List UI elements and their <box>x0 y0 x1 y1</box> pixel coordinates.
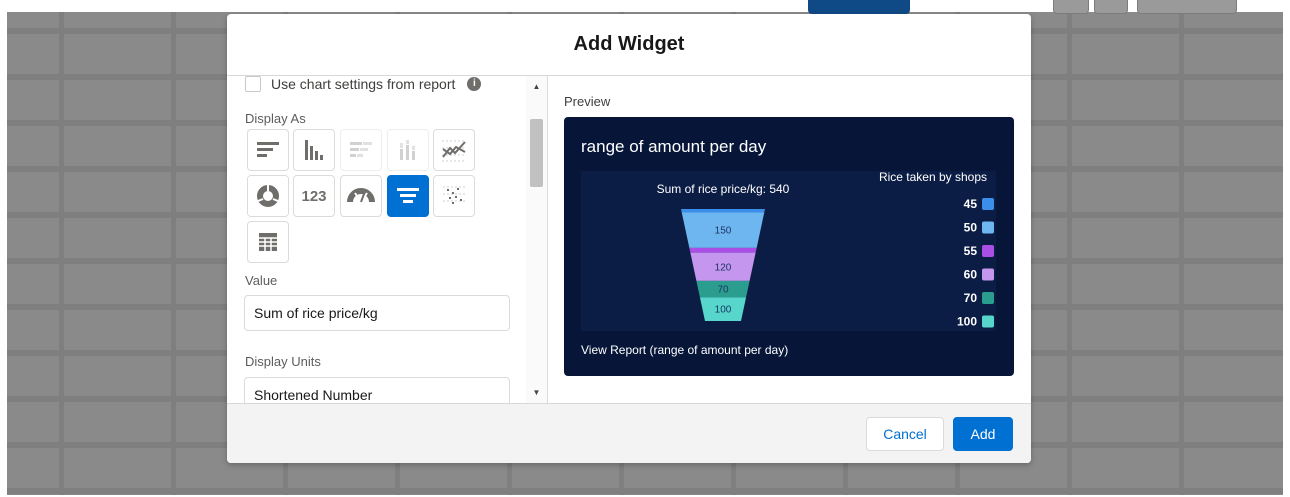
preview-title: range of amount per day <box>581 137 767 156</box>
legend-swatch-45 <box>982 198 994 210</box>
legend-swatch-60 <box>982 268 994 281</box>
legend-label-50: 50 <box>964 221 978 235</box>
gauge-chart-button[interactable] <box>340 175 382 217</box>
widget-settings-pane[interactable]: Use chart settings from report i Display… <box>227 76 548 403</box>
donut-chart-button[interactable] <box>247 175 289 217</box>
stacked-horizontal-bar-button[interactable] <box>340 129 382 171</box>
legend-swatch-70 <box>982 292 994 304</box>
scatter-chart-button[interactable] <box>433 175 475 217</box>
funnel-data-label: 150 <box>715 226 732 237</box>
scroll-down-icon[interactable]: ▼ <box>526 386 547 400</box>
funnel-segment-55 <box>689 247 757 253</box>
dashboard-primary-button[interactable] <box>808 0 910 14</box>
horizontal-bar-chart-icon <box>257 142 279 157</box>
info-icon[interactable]: i <box>467 77 482 91</box>
widget-preview: range of amount per day Sum of rice pric… <box>564 117 1014 376</box>
modal-footer: Cancel Add <box>227 403 1031 463</box>
use-report-chart-settings-checkbox[interactable] <box>245 76 261 92</box>
display-as-label: Display As <box>245 111 306 126</box>
stacked-vertical-bar-icon <box>400 140 415 160</box>
add-widget-modal: Add Widget Use chart settings from repor… <box>227 14 1031 463</box>
dashboard-toolbar <box>0 0 1290 14</box>
funnel-data-label: 120 <box>715 262 732 273</box>
gauge-chart-icon <box>347 188 375 203</box>
dashboard-toolbar-button[interactable] <box>1053 0 1089 14</box>
value-field[interactable]: Sum of rice price/kg <box>244 295 510 331</box>
funnel-chart-icon <box>397 188 419 203</box>
legend-swatch-100 <box>982 315 994 328</box>
horizontal-bar-chart-button[interactable] <box>247 129 289 171</box>
metric-icon: 123 <box>301 187 327 205</box>
modal-body: Use chart settings from report i Display… <box>227 76 1031 403</box>
dashboard-toolbar-button[interactable] <box>1137 0 1237 14</box>
funnel-data-label: 100 <box>715 305 732 316</box>
legend-title: Rice taken by shops <box>879 171 987 184</box>
stacked-vertical-bar-button[interactable] <box>387 129 429 171</box>
vertical-bar-chart-button[interactable] <box>293 129 335 171</box>
metric-button[interactable]: 123 <box>293 175 335 217</box>
donut-chart-icon <box>257 185 279 207</box>
scatter-chart-icon <box>443 186 465 204</box>
legend-label-55: 55 <box>964 244 978 258</box>
cancel-button[interactable]: Cancel <box>866 417 944 451</box>
funnel-chart-button[interactable] <box>387 175 429 217</box>
funnel-segment-45 <box>681 209 765 213</box>
legend-label-45: 45 <box>964 197 978 211</box>
chart-total-label: Sum of rice price/kg: 540 <box>657 182 790 196</box>
line-chart-button[interactable] <box>433 129 475 171</box>
vertical-bar-chart-icon <box>305 140 323 160</box>
scroll-up-icon[interactable]: ▲ <box>526 80 547 94</box>
scroll-thumb[interactable] <box>530 119 543 187</box>
legend-swatch-50 <box>982 221 994 234</box>
table-button[interactable] <box>247 221 289 263</box>
legend-label-70: 70 <box>964 291 978 305</box>
display-units-label: Display Units <box>245 354 321 369</box>
funnel-chart: Sum of rice price/kg: 540 Rice taken by … <box>657 170 994 329</box>
checkbox-label: Use chart settings from report <box>271 76 456 92</box>
legend-label-60: 60 <box>964 268 978 282</box>
modal-title: Add Widget <box>573 33 685 55</box>
settings-scrollbar[interactable]: ▲ ▼ <box>526 76 547 403</box>
preview-label: Preview <box>564 94 611 109</box>
use-report-chart-settings-row: Use chart settings from report i <box>245 76 482 92</box>
legend-swatch-55 <box>982 245 994 257</box>
modal-header: Add Widget <box>227 14 1031 76</box>
value-label: Value <box>245 273 278 288</box>
add-button[interactable]: Add <box>953 417 1013 451</box>
display-units-field[interactable]: Shortened Number <box>244 377 510 403</box>
line-chart-icon <box>442 140 466 162</box>
funnel-data-label: 70 <box>717 285 729 296</box>
stacked-horizontal-bar-icon <box>350 142 372 157</box>
dashboard-toolbar-button[interactable] <box>1094 0 1128 14</box>
table-icon <box>259 233 277 251</box>
legend-label-100: 100 <box>957 315 977 329</box>
chart-area: Sum of rice price/kg: 540 Rice taken by … <box>581 170 996 331</box>
view-report-link[interactable]: View Report (range of amount per day) <box>581 343 788 357</box>
